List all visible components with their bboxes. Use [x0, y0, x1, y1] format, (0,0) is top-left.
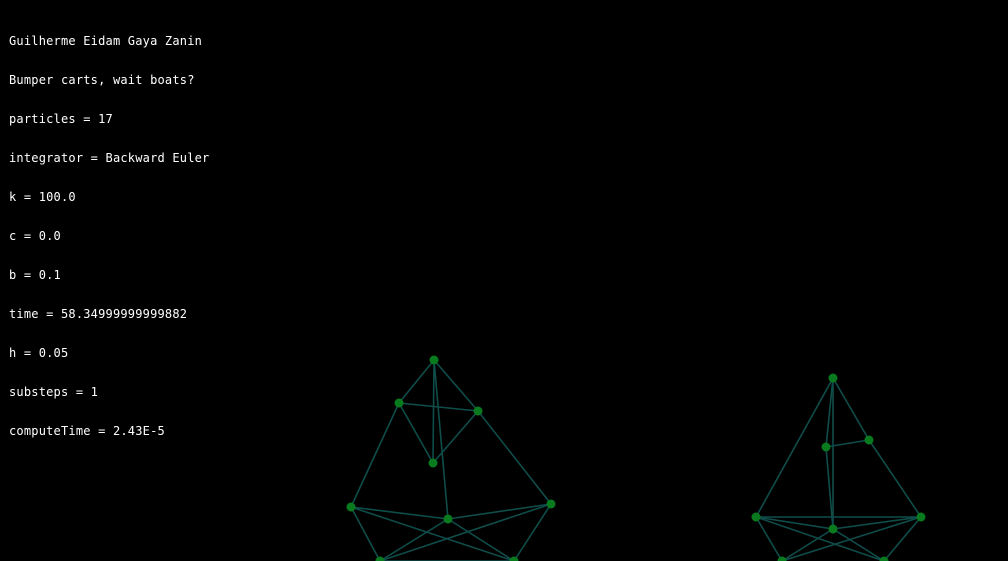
- simulation-window: Guilherme Eidam Gaya Zanin Bumper carts,…: [0, 0, 1008, 561]
- left-body-spring: [379, 503, 552, 561]
- right-body-particle: [828, 373, 838, 383]
- right-body-spring: [832, 528, 885, 561]
- right-body-particle: [828, 524, 838, 534]
- left-body-spring: [433, 359, 479, 412]
- right-body-spring: [755, 377, 834, 518]
- left-body-spring: [398, 402, 434, 464]
- left-body-particle: [443, 514, 453, 524]
- right-body-spring: [832, 516, 922, 530]
- simulation-canvas: [346, 355, 926, 561]
- left-body-spring: [432, 359, 435, 464]
- left-body-spring: [433, 359, 449, 520]
- left-body-particle: [428, 458, 438, 468]
- left-body-spring: [477, 410, 552, 505]
- left-body-spring: [398, 359, 435, 404]
- left-body-particle: [375, 556, 385, 561]
- left-body-spring: [447, 503, 552, 520]
- right-body-particle: [864, 435, 874, 445]
- left-body-spring: [447, 518, 515, 561]
- left-body-particle: [546, 499, 556, 509]
- left-body-particle: [473, 406, 483, 416]
- right-body-particle: [821, 442, 831, 452]
- left-body-spring: [350, 402, 400, 508]
- right-body-spring: [868, 439, 922, 518]
- left-body-particle: [346, 502, 356, 512]
- right-body-particle: [916, 512, 926, 522]
- right-body-spring: [781, 528, 834, 561]
- left-body-spring: [350, 506, 449, 520]
- left-body-spring: [379, 518, 449, 561]
- right-body-spring: [755, 516, 783, 561]
- right-body-spring: [755, 516, 885, 561]
- right-body-particle: [751, 512, 761, 522]
- right-body-spring: [755, 516, 834, 530]
- right-body-spring: [832, 377, 870, 441]
- left-body-spring: [513, 503, 552, 561]
- left-body-particle: [429, 355, 439, 365]
- left-body-particle: [394, 398, 404, 408]
